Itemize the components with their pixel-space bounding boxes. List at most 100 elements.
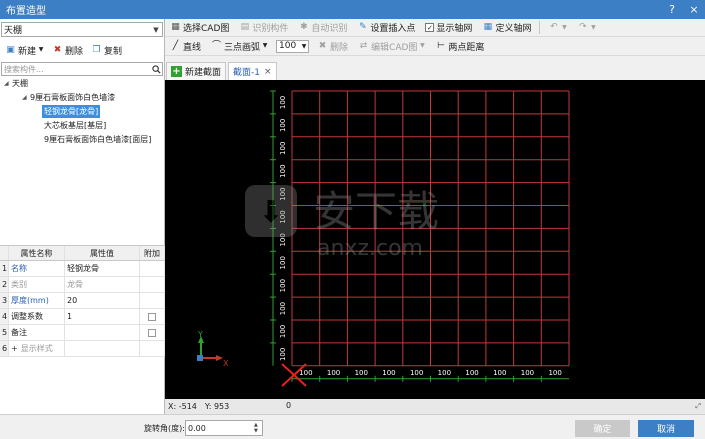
tree-node-child[interactable]: ◢ 9厘石膏板面饰白色墙漆 [22,91,115,104]
chevron-down-icon: ▼ [301,42,307,50]
tree-node-root[interactable]: ◢ 天棚 [4,77,28,90]
expand-icon[interactable]: ◢ [4,80,12,87]
property-extra [140,277,165,292]
select-cad-button[interactable]: ▦ 选择CAD图 [168,20,231,36]
distance-icon: ⊢ [437,40,445,51]
property-row[interactable]: 4 调整系数 1 [0,309,165,325]
property-value[interactable]: 1 [65,309,140,324]
identify-component-button[interactable]: ▤ 识别构件 [237,20,290,36]
dimension-label: 100 [279,348,287,361]
close-icon[interactable]: × [264,67,272,77]
tree-node-label: 天棚 [12,79,28,88]
bottom-bar: 旋转角(度): 0.00 ▲ ▼ 确定 取消 [0,414,705,439]
add-icon: + [171,66,182,77]
dimension-label: 100 [279,256,287,269]
extra-checkbox[interactable] [148,312,156,321]
star-icon: ✱ [300,22,308,32]
property-row[interactable]: 2 类别 龙骨 [0,277,165,293]
copy-button[interactable]: ❐ 复制 [89,42,124,58]
show-axis-toggle[interactable]: ✓ 显示轴网 [423,20,474,36]
property-grid-header: 属性名称 属性值 附加 [0,245,165,261]
undo-button[interactable]: ↶ ▼ [546,20,569,36]
set-insert-point-label: 设置插入点 [370,24,416,34]
expand-plus-icon[interactable]: + [11,344,18,353]
property-row[interactable]: 3 厚度(mm) 20 [0,293,165,309]
property-name: 厚度(mm) [9,293,65,308]
delete-shape-button[interactable]: ✖ 删除 [315,38,350,54]
arc-icon: ⌒ [212,40,222,51]
expand-icon[interactable]: ◢ [22,94,30,101]
define-axis-button[interactable]: ▦ 定义轴网 [480,20,533,36]
delete-shape-label: 删除 [330,42,349,53]
expand-icon[interactable]: ⤢ [692,402,701,411]
redo-button[interactable]: ↷ ▼ [575,20,598,36]
property-value: 龙骨 [65,277,140,292]
draw-toolbar: ╱ 直线 ⌒ 三点画弧 ▼ 100 ▼ ✖ 删除 ⇄ 编辑CAD图 ▼ ⊢ 两点… [165,37,705,56]
cad-toolbar: ▦ 选择CAD图 ▤ 识别构件 ✱ 自动识别 ✎ 设置插入点 ✓ 显示轴网 ▦ … [165,19,705,37]
rotation-input[interactable]: 0.00 ▲ ▼ [185,420,263,436]
chevron-down-icon: ▼ [153,25,159,34]
row-number: 1 [0,261,9,276]
watermark-url: anxz.com [317,236,423,261]
section-tabs: + 新建截面 截面-1 × [165,60,705,80]
edit-cad-button[interactable]: ⇄ 编辑CAD图 ▼ [356,38,427,54]
show-axis-checkbox[interactable]: ✓ [425,23,435,32]
set-insert-point-button[interactable]: ✎ 设置插入点 [355,20,417,36]
help-icon[interactable]: ? [661,0,683,19]
dimension-label: 100 [279,142,287,155]
new-section-button[interactable]: + 新建截面 [166,62,227,80]
tab-label: 截面-1 [233,68,260,78]
dimension-label: 100 [410,369,423,377]
coord-z: 0 [286,401,292,410]
property-row[interactable]: 5 备注 [0,325,165,341]
extra-checkbox[interactable] [148,328,156,337]
property-value[interactable]: 轻钢龙骨 [65,261,140,276]
property-name: 备注 [9,325,65,340]
chevron-down-icon: ▼ [262,42,268,49]
width-select-value: 100 [279,41,297,51]
ok-button[interactable]: 确定 [575,420,630,437]
close-icon[interactable]: × [683,0,705,19]
tab-section-1[interactable]: 截面-1 × [228,62,277,80]
line-button[interactable]: ╱ 直线 [168,38,203,54]
two-point-distance-label: 两点距离 [448,42,485,53]
chevron-down-icon: ▼ [38,46,44,53]
chevron-down-icon: ▼ [420,42,425,49]
two-point-distance-button[interactable]: ⊢ 两点距离 [433,38,486,54]
tree-leaf-1[interactable]: 大芯板基层[基层] [44,119,106,132]
identify-icon: ▤ [240,22,250,32]
search-input[interactable]: 搜索构件... [1,62,163,76]
dimension-label: 100 [279,279,287,292]
rotation-label: 旋转角(度): [144,424,185,433]
tree-leaf-2[interactable]: 9厘石膏板面饰白色墙漆[面层] [44,133,151,146]
row-number: 5 [0,325,9,340]
copy-icon: ❐ [92,44,101,55]
window-title: 布置造型 [6,6,46,17]
drawing-canvas[interactable]: 100 100 100 100 100 100 100 100 100 100 100 100 100 1… [165,80,705,399]
dimension-label: 100 [355,369,368,377]
property-value[interactable]: 20 [65,293,140,308]
search-icon[interactable] [151,64,162,75]
tree-leaf-0[interactable]: 轻钢龙骨[龙骨] [42,105,101,118]
property-row[interactable]: 1 名称 轻钢龙骨 [0,261,165,277]
coord-x: X: -514 [168,402,197,411]
copy-button-label: 复制 [104,46,123,57]
cancel-button[interactable]: 取消 [638,420,694,437]
three-point-arc-button[interactable]: ⌒ 三点画弧 ▼ [209,38,270,54]
property-value[interactable] [65,325,140,340]
property-row[interactable]: 6 + 显示样式 [0,341,165,357]
auto-identify-button[interactable]: ✱ 自动识别 [296,20,349,36]
property-extra [140,341,165,356]
category-select[interactable]: 天棚 ▼ [1,22,163,37]
drawing-svg[interactable]: 100 100 100 100 100 100 100 100 100 100 100 100 100 1… [165,80,705,399]
new-button[interactable]: ▣ 新建 ▼ [3,42,46,58]
spinner-icon[interactable]: ▲ ▼ [254,422,262,434]
delete-button[interactable]: ✖ 删除 [50,42,85,58]
edit-cad-label: 编辑CAD图 [371,42,418,53]
row-number-header [0,246,9,260]
property-grid: 属性名称 属性值 附加 1 名称 轻钢龙骨 2 类别 龙骨 3 厚度(mm) 2… [0,245,165,357]
watermark: ⬇ 安下载 anxz.com [245,185,439,261]
component-toolbar: ▣ 新建 ▼ ✖ 删除 ❐ 复制 [0,41,165,59]
width-select[interactable]: 100 ▼ [276,39,310,53]
title-bar: 布置造型 ? × [0,0,705,19]
